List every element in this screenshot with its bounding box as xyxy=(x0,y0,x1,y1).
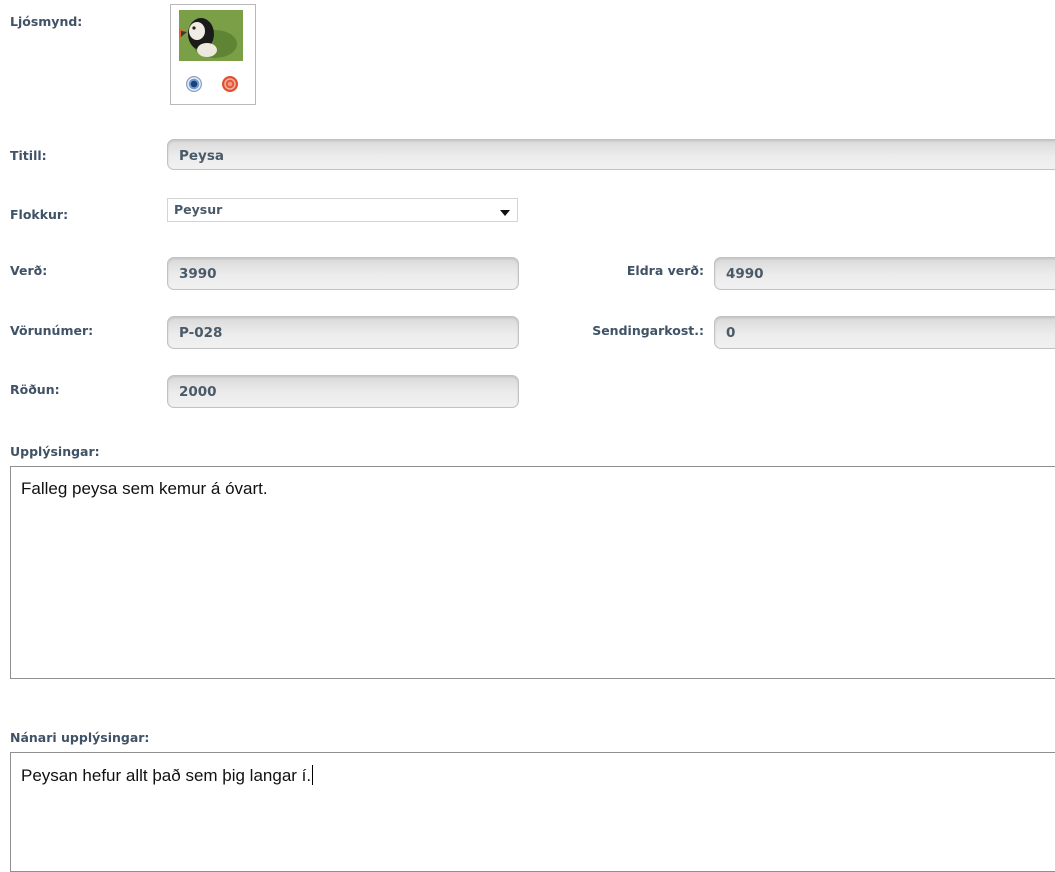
info-textarea[interactable]: Falleg peysa sem kemur á óvart. xyxy=(10,466,1055,679)
view-photo-button[interactable] xyxy=(186,76,202,92)
text-cursor xyxy=(312,765,314,785)
order-label: Röðun: xyxy=(10,382,60,397)
photo-box xyxy=(170,4,256,105)
title-label: Titill: xyxy=(10,148,47,163)
category-label: Flokkur: xyxy=(10,207,69,222)
title-input[interactable]: Peysa xyxy=(167,139,1055,170)
more-info-text: Peysan hefur allt það sem þig langar í. xyxy=(21,766,312,785)
order-input[interactable]: 2000 xyxy=(167,375,519,408)
product-thumbnail[interactable] xyxy=(179,10,243,61)
product-number-label: Vörunúmer: xyxy=(10,323,94,338)
info-label: Upplýsingar: xyxy=(10,444,100,459)
category-select[interactable]: Peysur xyxy=(167,198,518,222)
price-input[interactable]: 3990 xyxy=(167,257,519,290)
shipping-label: Sendingarkost.: xyxy=(592,323,704,338)
old-price-input[interactable]: 4990 xyxy=(714,257,1055,290)
puffin-image xyxy=(179,10,243,61)
more-info-label: Nánari upplýsingar: xyxy=(10,730,150,745)
photo-label: Ljósmynd: xyxy=(10,14,83,29)
more-info-textarea[interactable]: Peysan hefur allt það sem þig langar í. xyxy=(10,752,1055,872)
price-label: Verð: xyxy=(10,263,48,278)
old-price-label: Eldra verð: xyxy=(626,263,704,278)
delete-photo-button[interactable] xyxy=(222,76,238,92)
shipping-input[interactable]: 0 xyxy=(714,316,1055,349)
product-number-input[interactable]: P-028 xyxy=(167,316,519,349)
chevron-down-icon xyxy=(500,210,510,216)
category-selected-value: Peysur xyxy=(174,202,223,217)
